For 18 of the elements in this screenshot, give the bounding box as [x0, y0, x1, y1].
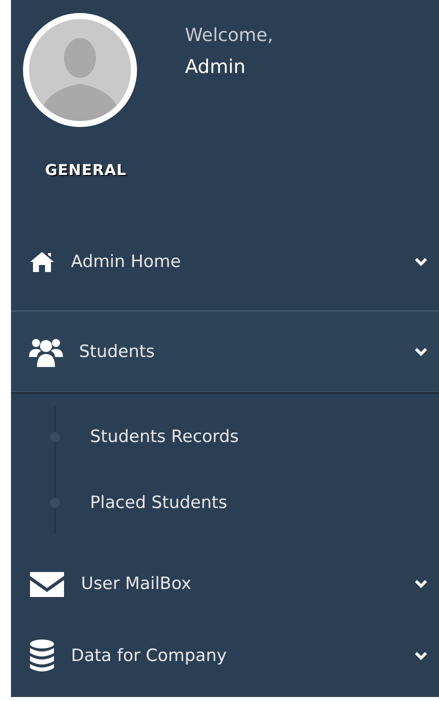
avatar-icon — [22, 12, 138, 128]
users-icon — [29, 337, 63, 367]
user-name: Admin — [185, 56, 247, 78]
section-heading: GENERAL — [45, 161, 127, 179]
menu-item[interactable]: Students — [11, 310, 439, 394]
submenu-item[interactable]: Placed Students — [11, 470, 439, 536]
chevron-down-icon — [414, 347, 428, 357]
chevron-down-icon — [414, 650, 428, 660]
welcome-text: Welcome, — [185, 25, 274, 46]
menu-item[interactable]: Admin Home — [11, 226, 439, 298]
database-icon — [29, 638, 55, 672]
chevron-down-icon — [414, 256, 428, 266]
menu-item[interactable]: User MailBox — [11, 548, 439, 620]
envelope-icon — [29, 570, 65, 598]
home-icon — [29, 250, 55, 272]
menu-item[interactable]: Data for Company — [11, 620, 439, 692]
submenu-item[interactable]: Students Records — [11, 404, 439, 470]
chevron-down-icon — [414, 578, 428, 588]
